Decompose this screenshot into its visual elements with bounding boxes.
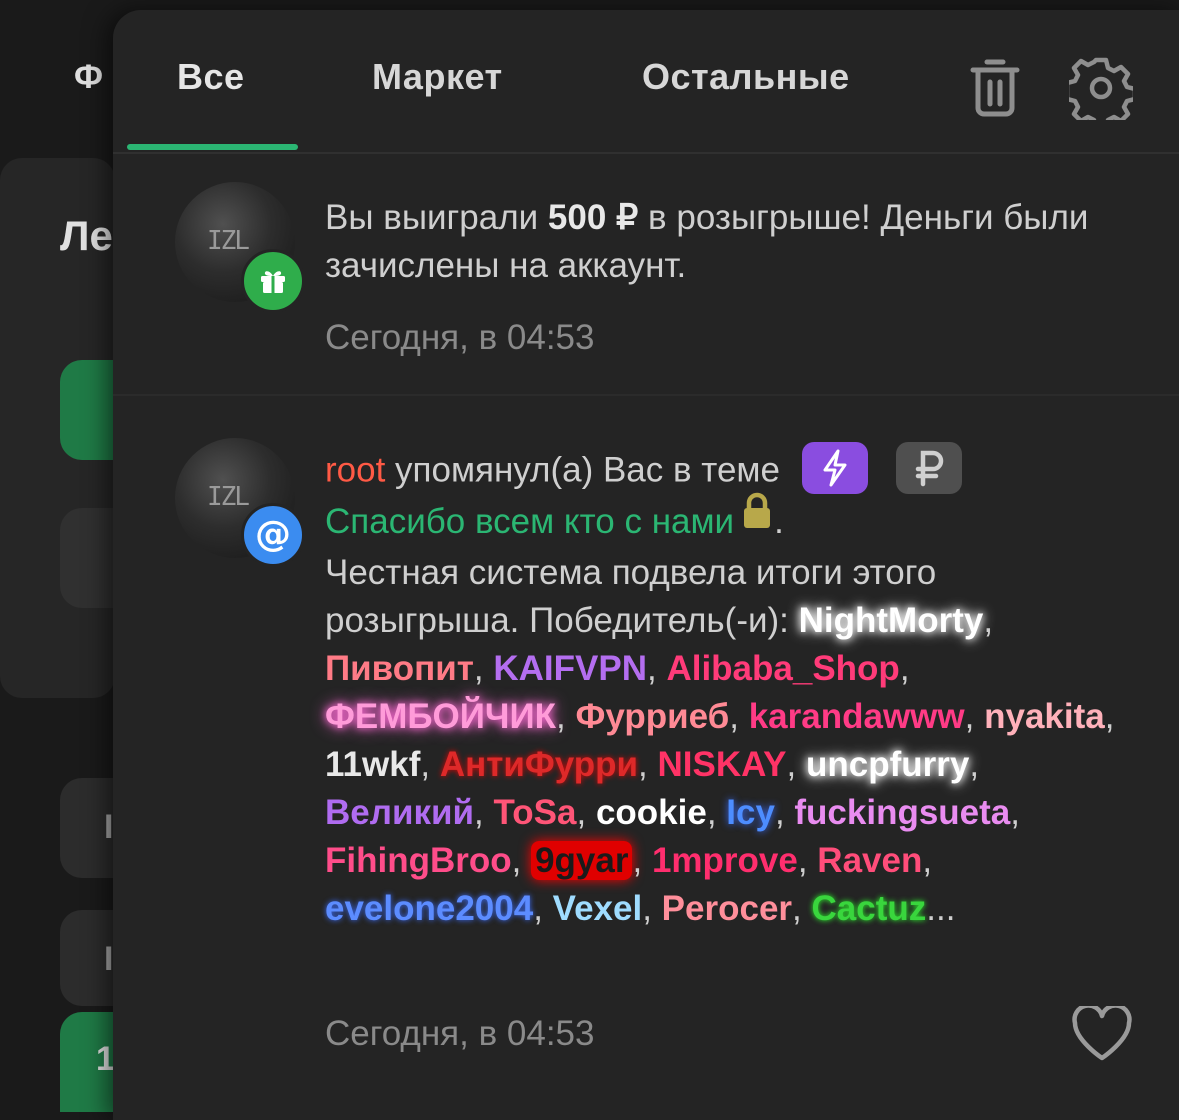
winner-username[interactable]: Alibaba_Shop: [666, 649, 899, 688]
background-text: Ф: [74, 58, 104, 96]
winner-username[interactable]: Raven: [817, 841, 922, 880]
prize-amount: 500 ₽: [547, 198, 639, 237]
ruble-icon: [895, 442, 962, 494]
notification-text: Вы выиграли 500 ₽ в розыгрыше! Деньги бы…: [325, 194, 1133, 290]
winner-username[interactable]: fuckingsueta: [794, 793, 1010, 832]
winner-username[interactable]: 9gyar: [531, 841, 633, 881]
winner-username[interactable]: 11wkf: [325, 745, 420, 784]
lightning-icon: [801, 442, 868, 494]
background-green-button[interactable]: [60, 360, 120, 460]
avatar-logo: IZL: [207, 226, 250, 256]
winner-username[interactable]: cookie: [596, 793, 707, 832]
winner-username[interactable]: Пивопит: [325, 649, 474, 688]
winner-username[interactable]: Фурриеб: [575, 697, 729, 736]
author-link[interactable]: root: [325, 450, 385, 489]
winner-username[interactable]: Cactuz: [812, 889, 927, 928]
winner-username[interactable]: Великий: [325, 793, 474, 832]
winner-username[interactable]: FihingBroo: [325, 841, 512, 880]
tab-bar: Все Маркет Остальные: [113, 10, 1179, 154]
tab-market[interactable]: Маркет: [372, 56, 503, 98]
at-icon: @: [241, 503, 305, 567]
winner-username[interactable]: ФЕМБОЙЧИК: [325, 697, 556, 736]
lock-icon: [740, 492, 774, 543]
gear-icon[interactable]: [1064, 56, 1138, 131]
heart-icon[interactable]: [1071, 1003, 1133, 1061]
winner-username[interactable]: АнтиФурри: [440, 745, 638, 784]
notification-item[interactable]: IZL @ root упомянул(а) Вас в теме Спасиб…: [113, 396, 1179, 1120]
timestamp: Сегодня, в 04:53: [325, 318, 595, 357]
text-fragment: упомянул(а) Вас в теме: [385, 450, 780, 490]
winner-username[interactable]: Perocer: [662, 889, 792, 928]
active-tab-indicator: [127, 144, 298, 150]
notification-text: root упомянул(а) Вас в теме Спасибо всем…: [325, 442, 1133, 933]
ellipsis: ...: [926, 889, 956, 929]
background-heading: Ле: [60, 212, 113, 259]
tab-other[interactable]: Остальные: [642, 56, 850, 98]
trash-icon[interactable]: [970, 58, 1020, 123]
winner-username[interactable]: Icy: [726, 793, 775, 832]
avatar-logo: IZL: [207, 482, 250, 512]
winner-username[interactable]: evelone2004: [325, 889, 533, 928]
notifications-popup: Все Маркет Остальные IZL Вы выиграли 500…: [113, 10, 1179, 1120]
winner-username[interactable]: ToSa: [494, 793, 577, 832]
winner-username[interactable]: NightMorty: [799, 601, 984, 640]
background-card: [60, 508, 120, 608]
winner-username[interactable]: 1mprove: [652, 841, 798, 880]
text-fragment: .: [774, 502, 784, 541]
text-fragment: Вы выиграли: [325, 198, 548, 237]
winner-username[interactable]: NISKAY: [658, 745, 787, 784]
gift-icon: [241, 249, 305, 313]
winner-username[interactable]: nyakita: [984, 697, 1105, 736]
timestamp: Сегодня, в 04:53: [325, 1014, 595, 1053]
winner-username[interactable]: Vexel: [553, 889, 643, 928]
winner-username[interactable]: karandawww: [749, 697, 965, 736]
winners-list: NightMorty, Пивопит, KAIFVPN, Alibaba_Sh…: [325, 601, 1115, 929]
winner-username[interactable]: KAIFVPN: [493, 649, 647, 688]
winner-username[interactable]: uncpfurry: [806, 745, 969, 784]
notification-item[interactable]: IZL Вы выиграли 500 ₽ в розыгрыше! Деньг…: [113, 152, 1179, 396]
tab-all[interactable]: Все: [177, 56, 245, 98]
thread-link[interactable]: Спасибо всем кто с нами: [325, 502, 734, 541]
